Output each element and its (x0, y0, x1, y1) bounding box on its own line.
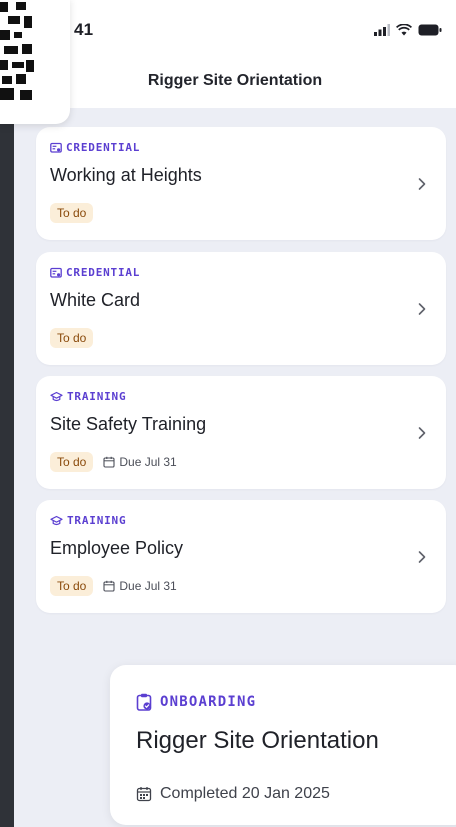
qr-code-icon (0, 2, 34, 100)
battery-icon (418, 24, 442, 36)
card-kind: TRAINING (50, 390, 126, 403)
card-meta: To do Due Jul 31 (50, 452, 177, 472)
onboarding-completed-label: Completed 20 Jan 2025 (160, 785, 330, 802)
due-date: Due Jul 31 (103, 455, 177, 469)
chevron-right-icon (418, 302, 426, 315)
clipboard-check-icon (136, 693, 152, 711)
status-badge: To do (50, 576, 94, 596)
card-kind-label: TRAINING (67, 514, 127, 527)
status-badge: To do (50, 452, 94, 472)
card-title: Site Safety Training (50, 414, 207, 434)
chevron-right-icon (418, 177, 426, 190)
due-date-label: Due Jul 31 (119, 579, 177, 593)
due-date: Due Jul 31 (103, 579, 177, 593)
card-title: Employee Policy (50, 538, 184, 558)
page-title: Rigger Site Orientation (147, 72, 323, 89)
chevron-right-icon (418, 426, 426, 439)
calendar-icon (103, 456, 115, 468)
task-card[interactable]: TRAINING Site Safety Training To do Due … (36, 376, 446, 489)
signal-icon (374, 24, 390, 36)
status-icons (374, 24, 442, 36)
card-kind-label: CREDENTIAL (66, 141, 141, 154)
card-kind: CREDENTIAL (50, 141, 140, 154)
graduation-cap-icon (50, 391, 63, 401)
onboarding-completed: Completed 20 Jan 2025 (136, 785, 330, 803)
status-badge: To do (50, 328, 94, 348)
card-kind: CREDENTIAL (50, 266, 140, 279)
chevron-right-icon (418, 550, 426, 563)
status-time: 41 (74, 20, 94, 39)
calendar-icon (136, 787, 152, 802)
credential-icon (50, 142, 62, 153)
header: 41 Rigger Site Orientation (14, 0, 456, 108)
onboarding-title: Rigger Site Orientation (136, 727, 379, 754)
due-date-label: Due Jul 31 (119, 455, 177, 469)
qr-code (0, 0, 70, 124)
card-kind-label: CREDENTIAL (66, 266, 141, 279)
calendar-icon (103, 580, 115, 592)
card-title: Working at Heights (50, 165, 202, 185)
card-meta: To do (50, 328, 94, 348)
graduation-cap-icon (50, 515, 63, 525)
card-meta: To do (50, 203, 94, 223)
card-kind: TRAINING (50, 514, 126, 527)
onboarding-kind: ONBOARDING (136, 693, 256, 711)
onboarding-kind-label: ONBOARDING (160, 694, 257, 710)
card-title: White Card (50, 290, 141, 310)
task-card[interactable]: TRAINING Employee Policy To do Due Jul 3… (36, 500, 446, 613)
credential-icon (50, 267, 62, 278)
card-meta: To do Due Jul 31 (50, 576, 177, 596)
task-card[interactable]: CREDENTIAL White Card To do (36, 252, 446, 365)
status-badge: To do (50, 203, 94, 223)
card-kind-label: TRAINING (67, 390, 127, 403)
wifi-icon (396, 24, 412, 36)
onboarding-card[interactable]: ONBOARDING Rigger Site Orientation Compl… (110, 665, 456, 825)
task-card[interactable]: CREDENTIAL Working at Heights To do (36, 127, 446, 240)
